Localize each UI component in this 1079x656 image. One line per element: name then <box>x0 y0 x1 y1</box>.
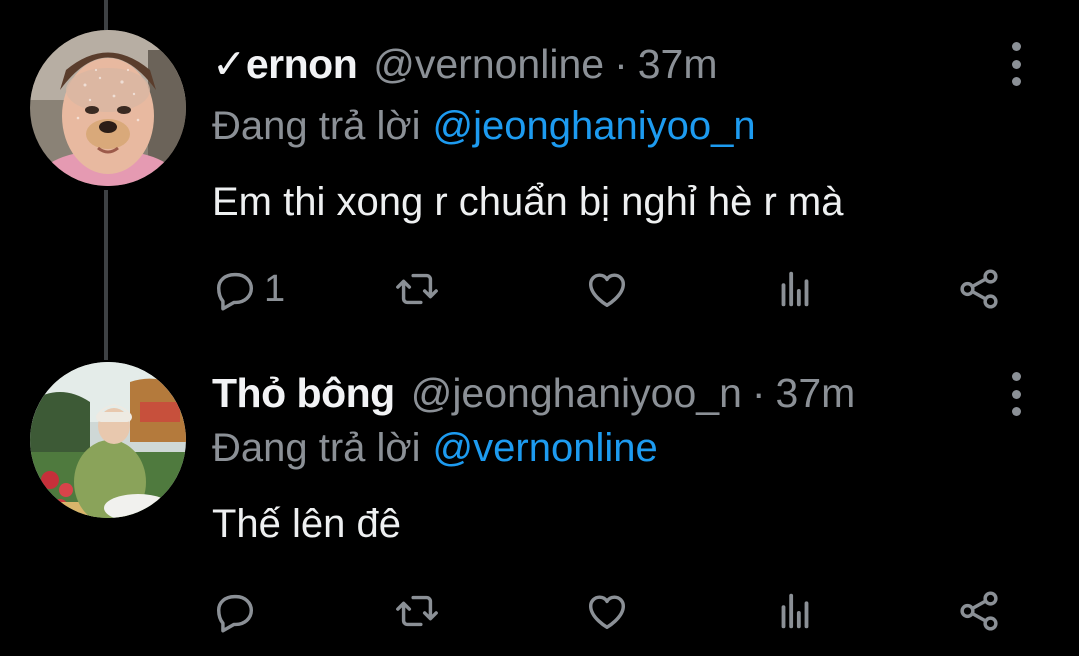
tweet[interactable]: Thỏ bông @jeonghaniyoo_n · 37m Đang trả … <box>0 330 1079 656</box>
reply-count: 1 <box>264 267 286 310</box>
separator-dot: · <box>614 41 628 87</box>
tweet[interactable]: ✓ernon @vernonline · 37m Đang trả lời @je… <box>0 0 1079 330</box>
user-handle[interactable]: @vernonline <box>373 41 604 88</box>
like-button[interactable] <box>584 264 630 314</box>
reply-icon <box>216 594 254 633</box>
replying-to: Đang trả lời @vernonline <box>212 426 658 471</box>
reply-button[interactable]: 1 <box>212 264 285 314</box>
tweet-actions <box>212 586 1012 636</box>
retweet-icon <box>396 595 438 627</box>
reply-thread: ✓ernon @vernonline · 37m Đang trả lời @je… <box>0 0 1079 656</box>
tweet-header: Thỏ bông @jeonghaniyoo_n · 37m <box>212 370 855 430</box>
display-name[interactable]: ✓ernon <box>212 40 358 88</box>
replying-to: Đang trả lời @jeonghaniyoo_n <box>212 104 756 149</box>
timestamp[interactable]: 37m <box>638 41 718 88</box>
tweet-header: ✓ernon @vernonline · 37m <box>212 40 717 100</box>
replying-to-label: Đang trả lời <box>212 426 421 470</box>
more-options-icon[interactable] <box>1004 372 1028 416</box>
views-icon <box>781 271 809 307</box>
display-name[interactable]: Thỏ bông <box>212 370 395 417</box>
replying-to-handle-link[interactable]: @vernonline <box>433 426 658 470</box>
retweet-button[interactable] <box>394 586 440 636</box>
user-handle[interactable]: @jeonghaniyoo_n <box>411 370 742 417</box>
reply-button[interactable] <box>212 586 264 636</box>
avatar[interactable] <box>30 362 186 518</box>
retweet-button[interactable] <box>394 264 440 314</box>
like-icon <box>588 273 626 308</box>
separator-dot: · <box>751 370 766 416</box>
retweet-icon <box>396 273 438 305</box>
share-button[interactable] <box>956 264 1002 314</box>
avatar-image <box>30 362 186 518</box>
tweet-actions: 1 <box>212 264 1012 314</box>
timestamp[interactable]: 37m <box>776 370 856 417</box>
reply-icon <box>216 272 254 311</box>
avatar[interactable] <box>30 30 186 186</box>
share-button[interactable] <box>956 586 1002 636</box>
more-options-icon[interactable] <box>1004 42 1028 86</box>
like-icon <box>588 595 626 630</box>
replying-to-label: Đang trả lời <box>212 104 421 148</box>
like-button[interactable] <box>584 586 630 636</box>
share-icon <box>960 269 998 309</box>
share-icon <box>960 591 998 631</box>
tweet-text: Em thi xong r chuẩn bị nghỉ hè r mà <box>212 180 844 224</box>
tweet-text: Thế lên đê <box>212 502 402 546</box>
views-button[interactable] <box>772 264 818 314</box>
replying-to-handle-link[interactable]: @jeonghaniyoo_n <box>433 104 756 148</box>
avatar-image <box>30 30 186 186</box>
views-icon <box>781 593 809 629</box>
views-button[interactable] <box>772 586 818 636</box>
